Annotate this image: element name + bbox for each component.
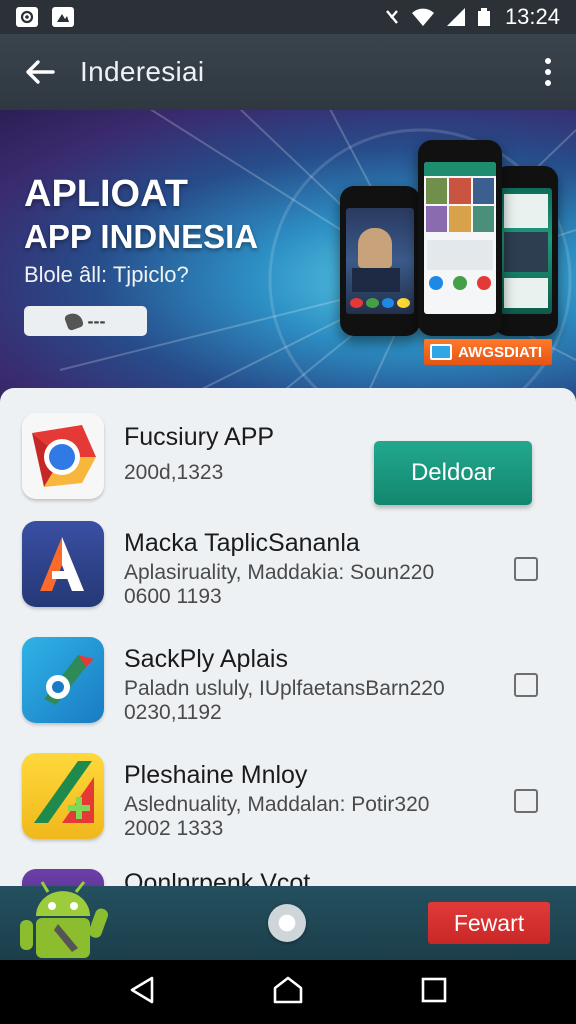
list-item-title: SackPly Aplais (124, 645, 288, 673)
banner-headline: APLIOAT (24, 173, 188, 215)
hand-icon (63, 310, 84, 332)
list-item-title: Macka TaplicSananla (124, 529, 360, 557)
list-item-checkbox[interactable] (514, 673, 538, 697)
badge-icon (430, 344, 453, 360)
arrow-app-icon (22, 637, 104, 723)
plus-app-icon (22, 753, 104, 839)
list-item-meta: 0600 1193 (124, 585, 222, 608)
featured-app-meta: 200d,1323 (124, 461, 224, 484)
page-title: Inderesiai (80, 56, 205, 87)
banner-badge: AWGSDIATI (424, 339, 552, 365)
wifi-icon (411, 7, 435, 27)
list-item-checkbox[interactable] (514, 557, 538, 581)
phone-image-left (340, 186, 420, 336)
badge-label: AWGSDIATI (458, 343, 542, 361)
phone-image-right (494, 166, 558, 336)
promo-banner[interactable]: APLIOAT APP INDNESIA Blole âll: Tjpiclo?… (0, 110, 576, 400)
banner-subheadline: APP INDNESIA (24, 218, 259, 255)
letter-a-app-icon (22, 521, 104, 607)
chrome-icon (22, 413, 104, 499)
battery-icon (477, 7, 491, 27)
bottom-action-bar: Fewart (0, 881, 576, 960)
notification-icon (16, 7, 38, 27)
list-item-meta: 2002 1333 (124, 817, 224, 840)
nav-recents-icon[interactable] (420, 976, 448, 1009)
list-item-detail: Aslednuality, Maddalan: Potir320 (124, 793, 430, 816)
app-bar: Inderesiai (0, 34, 576, 110)
system-nav-bar (0, 960, 576, 1024)
list-item-checkbox[interactable] (514, 789, 538, 813)
list-item-detail: Paladn usluly, IUplfaetansBarn220 (124, 677, 445, 700)
more-vert-icon[interactable] (520, 34, 576, 110)
banner-subtitle: Blole âll: Tjpiclo? (24, 262, 189, 287)
signal-icon (445, 7, 467, 27)
banner-input-text: --- (87, 310, 106, 331)
featured-app-title: Fucsiury APP (124, 423, 275, 451)
forward-button[interactable]: Fewart (428, 902, 550, 944)
banner-search-field[interactable]: --- (24, 306, 147, 336)
android-robot-icon (20, 881, 109, 958)
nav-home-icon[interactable] (272, 975, 304, 1010)
list-item-detail: Aplasiruality, Maddakia: Soun220 (124, 561, 435, 584)
list-item-meta: 0230,1192 (124, 701, 222, 724)
status-time: 13:24 (504, 4, 560, 29)
home-button[interactable] (268, 904, 306, 942)
nav-back-icon[interactable] (128, 975, 156, 1010)
list-item-title: Pleshaine Mnloy (124, 761, 308, 789)
vibrate-icon (383, 8, 401, 26)
featured-app-item[interactable]: Fucsiury APP 200d,1323 Deldoar (22, 413, 556, 513)
list-item[interactable]: Macka TaplicSananla Aplasiruality, Madda… (22, 521, 556, 621)
list-item[interactable]: SackPly Aplais Paladn usluly, IUplfaetan… (22, 637, 556, 737)
arrow-back-icon[interactable] (0, 34, 80, 110)
phone-image-center (418, 140, 502, 336)
status-bar: 13:24 (0, 0, 576, 34)
list-item-title: Oonlnrpenk Vcot (124, 869, 311, 886)
download-button[interactable]: Deldoar (374, 441, 532, 505)
list-item[interactable]: Pleshaine Mnloy Aslednuality, Maddalan: … (22, 753, 556, 853)
app-list-sheet: Fucsiury APP 200d,1323 Deldoar Macka Tap… (0, 388, 576, 886)
picture-icon (52, 7, 74, 27)
